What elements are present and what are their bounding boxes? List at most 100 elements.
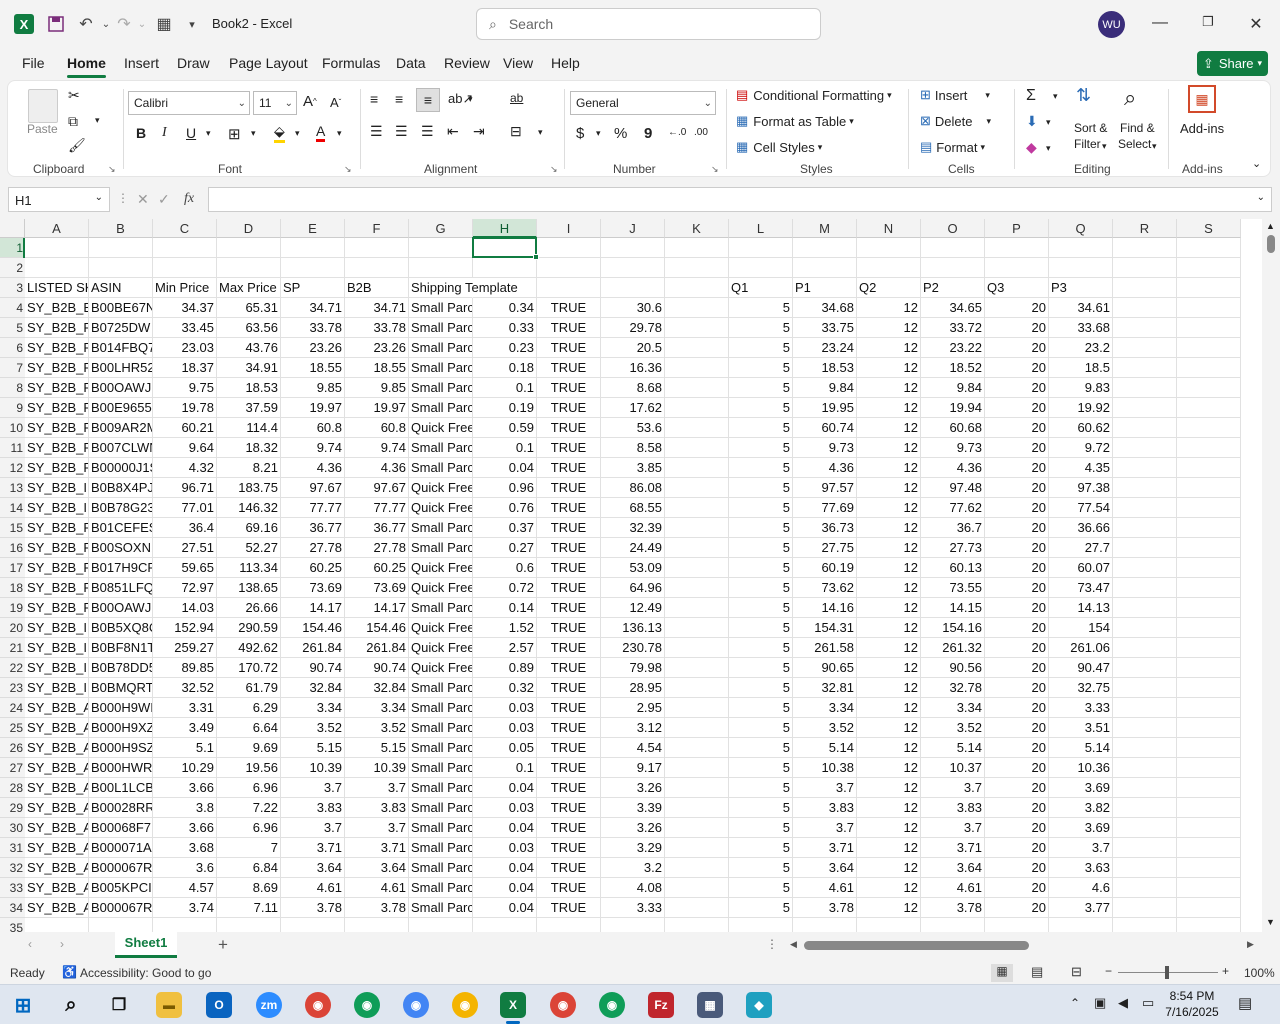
table-cell[interactable]	[665, 698, 729, 718]
table-cell[interactable]: 3.63	[1049, 858, 1113, 878]
table-cell[interactable]: 20	[985, 778, 1049, 798]
table-cell[interactable]: 8.69	[217, 878, 281, 898]
row-header[interactable]: 26	[0, 738, 25, 758]
table-cell[interactable]	[665, 638, 729, 658]
cell[interactable]	[1113, 878, 1177, 898]
table-cell[interactable]: 5	[729, 438, 793, 458]
table-cell[interactable]: 4.61	[345, 878, 409, 898]
table-cell[interactable]: SY_B2B_A	[25, 858, 89, 878]
table-cell[interactable]	[665, 818, 729, 838]
row-header[interactable]: 17	[0, 558, 25, 578]
table-cell[interactable]: 18.55	[345, 358, 409, 378]
table-cell[interactable]: Small Parc	[409, 298, 473, 318]
cell[interactable]	[1113, 758, 1177, 778]
table-cell[interactable]: 12	[857, 838, 921, 858]
table-cell[interactable]: SY_B2B_A	[25, 738, 89, 758]
table-cell[interactable]: 68.55	[601, 498, 665, 518]
table-cell[interactable]: 65.31	[217, 298, 281, 318]
table-cell[interactable]: TRUE	[537, 758, 601, 778]
volume-icon[interactable]: ◀	[1118, 995, 1128, 1011]
scroll-right-icon[interactable]: ▶	[1247, 939, 1254, 950]
clock[interactable]: 8:54 PM 7/16/2025	[1160, 988, 1224, 1020]
table-cell[interactable]: 3.29	[601, 838, 665, 858]
cell[interactable]	[1177, 638, 1241, 658]
column-title[interactable]: B2B	[345, 278, 409, 298]
table-cell[interactable]: 64.96	[601, 578, 665, 598]
table-cell[interactable]: 34.91	[217, 358, 281, 378]
formula-input[interactable]: ⌄	[208, 187, 1272, 212]
row-header[interactable]: 29	[0, 798, 25, 818]
table-cell[interactable]: 0.76	[473, 498, 537, 518]
cell[interactable]	[345, 258, 409, 278]
table-cell[interactable]: 0.89	[473, 658, 537, 678]
table-cell[interactable]: 5	[729, 398, 793, 418]
cell[interactable]	[89, 238, 153, 258]
fill-color-icon[interactable]: ⬙	[274, 123, 285, 143]
table-cell[interactable]: Small Parc	[409, 798, 473, 818]
vertical-scrollbar[interactable]: ▲ ▼	[1262, 219, 1280, 932]
table-cell[interactable]: 30.6	[601, 298, 665, 318]
row-header[interactable]: 15	[0, 518, 25, 538]
cell[interactable]	[281, 258, 345, 278]
cell[interactable]	[409, 258, 473, 278]
table-cell[interactable]: 32.39	[601, 518, 665, 538]
app-icon[interactable]: ◆	[746, 992, 772, 1018]
table-cell[interactable]: 3.7	[921, 778, 985, 798]
table-cell[interactable]: 60.8	[345, 418, 409, 438]
table-cell[interactable]: 5	[729, 838, 793, 858]
table-cell[interactable]: 20	[985, 638, 1049, 658]
column-title[interactable]: Max Price	[217, 278, 281, 298]
table-cell[interactable]: 154.31	[793, 618, 857, 638]
table-cell[interactable]: 0.04	[473, 818, 537, 838]
table-cell[interactable]: 32.75	[1049, 678, 1113, 698]
table-cell[interactable]: 154.46	[281, 618, 345, 638]
table-cell[interactable]: 4.61	[281, 878, 345, 898]
table-cell[interactable]: SY_B2B_B	[25, 298, 89, 318]
table-cell[interactable]: 3.7	[921, 818, 985, 838]
table-cell[interactable]: 230.78	[601, 638, 665, 658]
table-cell[interactable]: Small Parc	[409, 718, 473, 738]
table-cell[interactable]: 16.36	[601, 358, 665, 378]
table-cell[interactable]: 3.83	[345, 798, 409, 818]
table-cell[interactable]: 4.36	[345, 458, 409, 478]
table-cell[interactable]: Small Parc	[409, 378, 473, 398]
table-cell[interactable]: 77.54	[1049, 498, 1113, 518]
cell[interactable]	[537, 238, 601, 258]
table-cell[interactable]: 53.09	[601, 558, 665, 578]
table-cell[interactable]: 0.37	[473, 518, 537, 538]
table-cell[interactable]: 18.55	[281, 358, 345, 378]
table-cell[interactable]: 3.83	[281, 798, 345, 818]
table-cell[interactable]: 3.78	[921, 898, 985, 918]
table-cell[interactable]: 9.73	[793, 438, 857, 458]
tab-sheet1[interactable]: Sheet1	[115, 932, 177, 958]
scroll-down-icon[interactable]: ▼	[1266, 917, 1275, 927]
table-cell[interactable]: 3.49	[153, 718, 217, 738]
table-cell[interactable]: 60.8	[281, 418, 345, 438]
table-cell[interactable]	[665, 898, 729, 918]
table-cell[interactable]: 154	[1049, 618, 1113, 638]
table-cell[interactable]: 36.4	[153, 518, 217, 538]
table-cell[interactable]: 2.57	[473, 638, 537, 658]
cell[interactable]	[89, 258, 153, 278]
table-cell[interactable]: 3.8	[153, 798, 217, 818]
table-cell[interactable]: TRUE	[537, 618, 601, 638]
cell[interactable]	[537, 918, 601, 932]
row-header[interactable]: 14	[0, 498, 25, 518]
cell[interactable]	[1113, 678, 1177, 698]
column-title[interactable]: Q3	[985, 278, 1049, 298]
table-cell[interactable]: 60.13	[921, 558, 985, 578]
table-cell[interactable]: 12	[857, 798, 921, 818]
row-header[interactable]: 24	[0, 698, 25, 718]
table-cell[interactable]: 261.58	[793, 638, 857, 658]
add-ins-button[interactable]: Add-ins	[1180, 121, 1224, 136]
table-cell[interactable]: 20	[985, 398, 1049, 418]
table-cell[interactable]: 59.65	[153, 558, 217, 578]
table-cell[interactable]: 20	[985, 658, 1049, 678]
cell[interactable]	[665, 278, 729, 298]
table-cell[interactable]: 4.32	[153, 458, 217, 478]
table-cell[interactable]: 5	[729, 858, 793, 878]
cell[interactable]	[1177, 458, 1241, 478]
table-cell[interactable]: 20	[985, 898, 1049, 918]
filezilla-icon[interactable]: Fz	[648, 992, 674, 1018]
table-cell[interactable]: Small Parc	[409, 438, 473, 458]
